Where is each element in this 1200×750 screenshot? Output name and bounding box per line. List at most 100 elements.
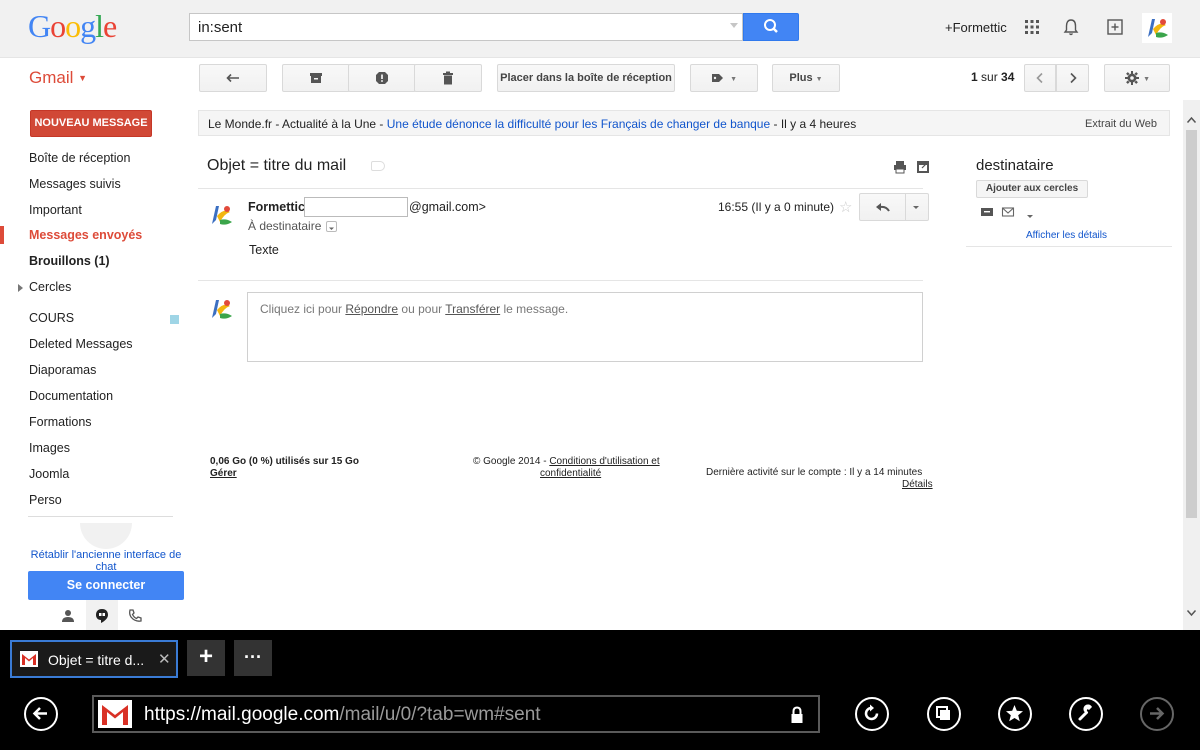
labels-button[interactable]: ▼ [690, 64, 758, 92]
refresh-button[interactable] [855, 697, 889, 731]
chat-drag-handle[interactable] [80, 523, 132, 549]
older-button[interactable] [1056, 64, 1089, 92]
storage-usage: 0,06 Go (0 %) utilisés sur 15 Go [210, 456, 359, 467]
browser-back-button[interactable] [24, 697, 58, 731]
search-button[interactable] [743, 13, 799, 41]
scroll-up-icon[interactable] [1186, 113, 1197, 127]
sender-name[interactable]: Formettic [248, 200, 305, 214]
tab-options-button[interactable]: ··· [234, 640, 272, 676]
apps-grid-icon[interactable] [1021, 16, 1043, 38]
google-logo[interactable]: Google [28, 8, 117, 45]
expand-arrow-icon[interactable] [18, 284, 23, 292]
label-color-swatch[interactable] [170, 315, 179, 324]
gmail-menu[interactable]: Gmail ▼ [29, 68, 87, 88]
delete-button[interactable] [414, 64, 482, 92]
chevron-down-icon: ▼ [78, 73, 88, 83]
recipient-line: À destinataire [248, 219, 322, 233]
sidebar-item-inbox[interactable]: Boîte de réception [29, 151, 130, 165]
archive-icon [310, 73, 322, 84]
bell-icon[interactable] [1060, 16, 1082, 38]
archive-button[interactable] [282, 64, 350, 92]
close-tab-icon[interactable]: ✕ [158, 650, 171, 668]
manage-storage-link[interactable]: Gérer [210, 468, 237, 479]
privacy-link[interactable]: confidentialité [540, 468, 601, 479]
web-clip-label[interactable]: Extrait du Web [1085, 118, 1157, 130]
sidebar-item-important[interactable]: Important [29, 203, 82, 217]
back-button[interactable] [199, 64, 267, 92]
web-clip-headline-link[interactable]: Une étude dénonce la difficulté pour les… [387, 117, 770, 131]
show-details-dropdown[interactable] [326, 221, 337, 232]
report-spam-button[interactable] [348, 64, 416, 92]
sender-avatar[interactable] [206, 200, 236, 230]
star-icon[interactable]: ☆ [839, 198, 852, 216]
reply-link[interactable]: Répondre [345, 302, 398, 316]
search-options-arrow-icon[interactable] [730, 23, 738, 28]
forward-arrow-icon [1150, 707, 1165, 720]
terms-link[interactable]: Conditions d'utilisation et [549, 456, 659, 467]
sidebar-item-images[interactable]: Images [29, 441, 70, 455]
pager-separator: sur [981, 70, 998, 84]
sidebar-item-deleted-messages[interactable]: Deleted Messages [29, 337, 133, 351]
sign-in-chat-button[interactable]: Se connecter [28, 571, 184, 600]
forward-link[interactable]: Transférer [445, 302, 500, 316]
browser-tab-active[interactable]: Objet = titre d... ✕ [10, 640, 178, 678]
move-to-inbox-button[interactable]: Placer dans la boîte de réception [497, 64, 675, 92]
back-arrow-icon [226, 74, 239, 83]
reply-prompt-suffix: le message. [500, 302, 569, 316]
sidebar-item-starred[interactable]: Messages suivis [29, 177, 121, 191]
sidebar-item-diaporamas[interactable]: Diaporamas [29, 363, 96, 377]
compose-to-contact-icon[interactable] [980, 206, 994, 221]
open-in-new-window-icon[interactable] [916, 160, 930, 177]
sidebar-item-sent[interactable]: Messages envoyés [29, 228, 142, 242]
url-path: /mail/u/0/?tab=wm#sent [339, 704, 541, 725]
newer-button[interactable] [1024, 64, 1056, 92]
importance-label-icon[interactable] [371, 161, 385, 171]
settings-button[interactable]: ▼ [1104, 64, 1170, 92]
share-plus-icon[interactable] [1104, 16, 1126, 38]
browser-forward-button[interactable] [1140, 697, 1174, 731]
phone-icon[interactable] [125, 606, 145, 626]
gear-icon [1125, 71, 1139, 86]
compose-button[interactable]: NOUVEAU MESSAGE [30, 110, 152, 137]
add-to-circles-button[interactable]: Ajouter aux cercles [976, 180, 1088, 198]
print-icon[interactable] [893, 160, 907, 177]
sidebar-item-joomla[interactable]: Joomla [29, 467, 69, 481]
more-button[interactable]: Plus ▼ [772, 64, 840, 92]
search-input[interactable] [190, 14, 710, 40]
scroll-down-icon[interactable] [1186, 606, 1197, 620]
restore-old-chat-link[interactable]: Rétablir l'ancienne interface de chat [30, 549, 182, 573]
back-arrow-icon [32, 707, 47, 720]
refresh-icon [864, 704, 879, 721]
chevron-down-icon[interactable] [911, 204, 921, 212]
hangouts-icon[interactable] [92, 606, 112, 626]
activity-details-link[interactable]: Détails [902, 479, 933, 490]
sidebar-item-drafts[interactable]: Brouillons (1) [29, 254, 110, 268]
favorites-button[interactable] [998, 697, 1032, 731]
avatar[interactable] [1142, 13, 1172, 43]
my-avatar [206, 294, 236, 324]
page-tools-button[interactable] [1069, 697, 1103, 731]
tabs-view-button[interactable] [927, 697, 961, 731]
email-icon[interactable] [1001, 206, 1015, 221]
sidebar-item-circles[interactable]: Cercles [29, 280, 71, 294]
lock-icon[interactable] [790, 706, 804, 727]
reply-button[interactable] [859, 193, 929, 221]
show-contact-details-link[interactable]: Afficher les détails [1026, 230, 1107, 241]
url-field[interactable]: https://mail.google.com/mail/u/0/?tab=wm… [92, 695, 820, 733]
sidebar-item-formations[interactable]: Formations [29, 415, 92, 429]
chevron-down-icon[interactable] [1025, 209, 1035, 223]
sidebar-item-documentation[interactable]: Documentation [29, 389, 113, 403]
quick-reply-box[interactable]: Cliquez ici pour Répondre ou pour Transf… [247, 292, 923, 362]
google-plus-user-link[interactable]: +Formettic [945, 20, 1007, 35]
person-icon[interactable] [58, 606, 78, 626]
sidebar-item-cours[interactable]: COURS [29, 311, 74, 325]
scrollbar-thumb[interactable] [1186, 130, 1197, 518]
search-box[interactable] [189, 13, 743, 41]
chevron-down-icon [329, 227, 334, 230]
sidebar-item-perso[interactable]: Perso [29, 493, 62, 507]
chevron-left-icon [1036, 73, 1043, 84]
contact-name[interactable]: destinataire [976, 157, 1054, 174]
active-item-indicator [0, 226, 4, 244]
new-tab-button[interactable]: + [187, 640, 225, 676]
message-divider [198, 188, 923, 189]
